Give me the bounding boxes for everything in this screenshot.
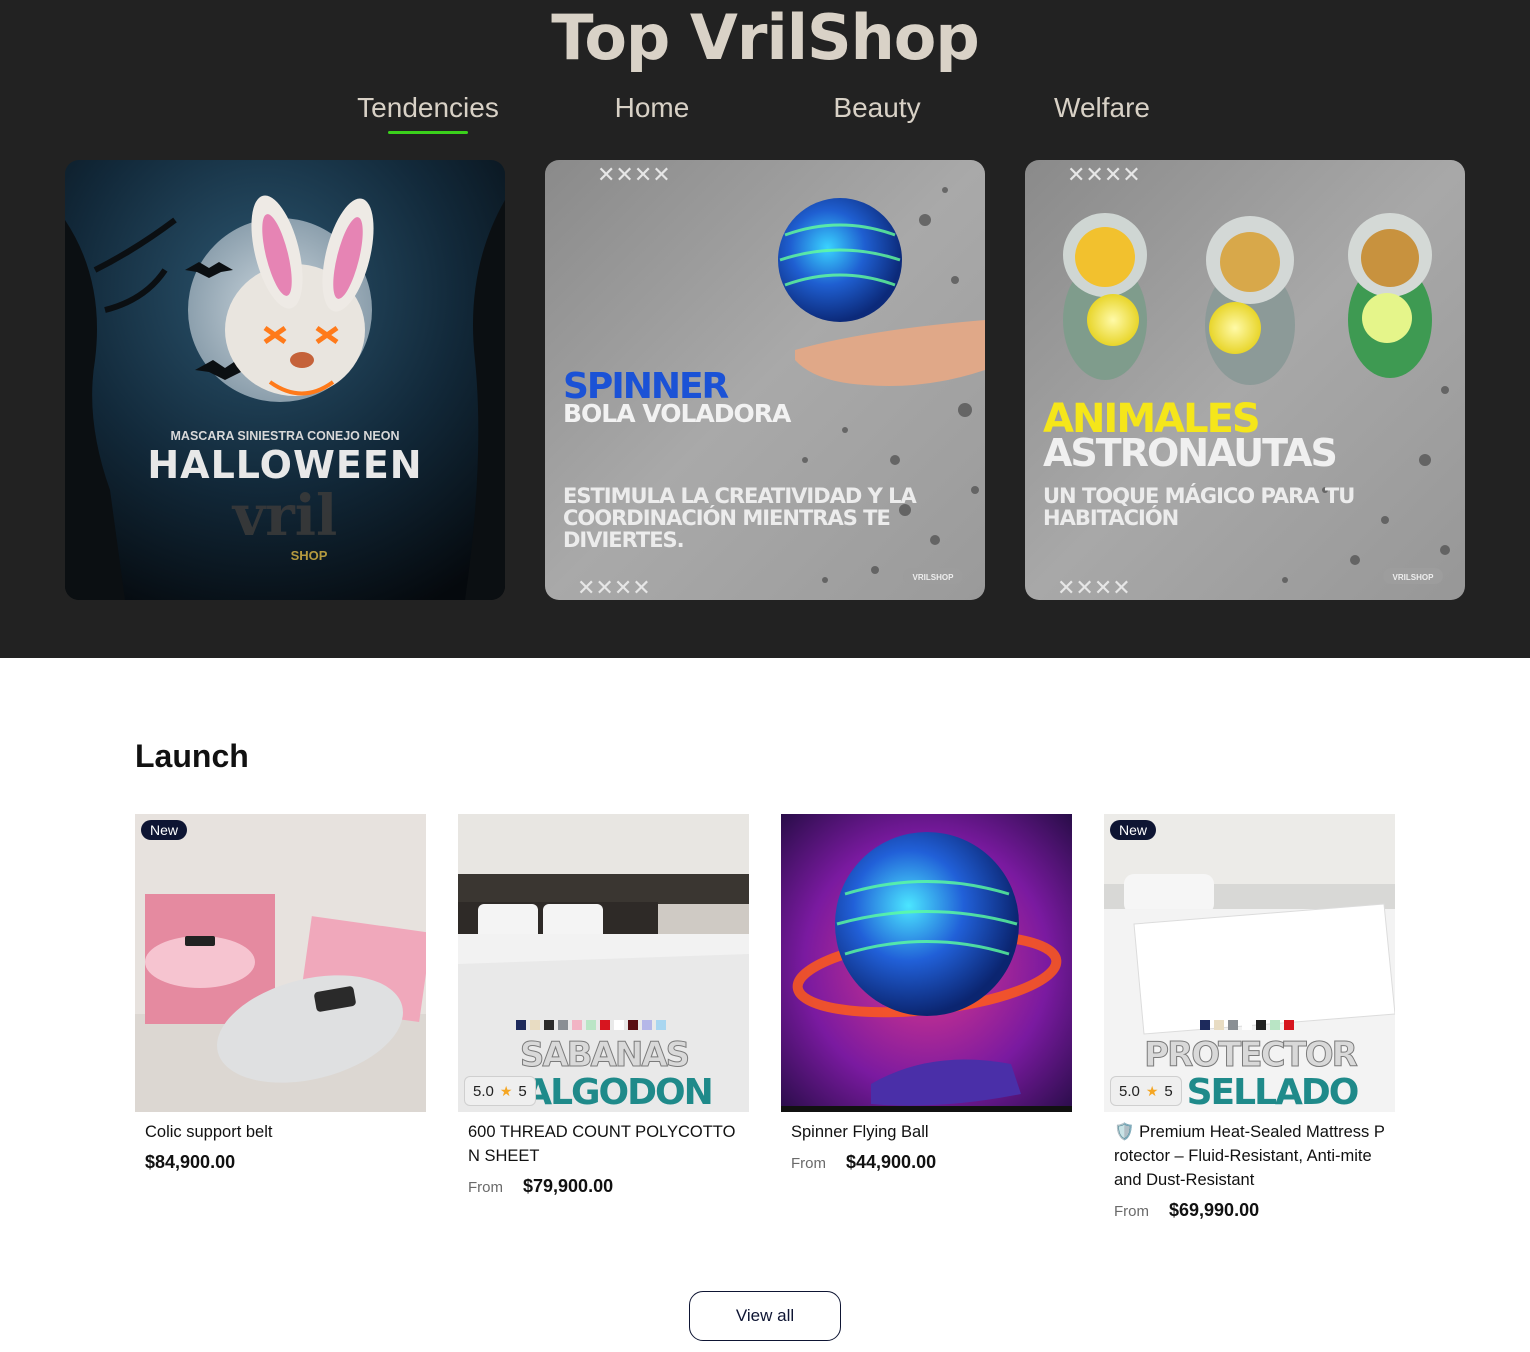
product-image[interactable]: SABANAS ALGODON 5.0 ★ 5 (458, 814, 749, 1112)
category-tabs: Tendencies Home Beauty Welfare (0, 88, 1530, 138)
product-card-polycotton-sheet[interactable]: SABANAS ALGODON 5.0 ★ 5 600 THREAD COUNT… (458, 814, 749, 1197)
svg-text:MASCARA SINIESTRA CONEJO NEON: MASCARA SINIESTRA CONEJO NEON (171, 429, 400, 443)
rating-count: 5 (518, 1082, 527, 1100)
price-from-label: From (468, 1179, 503, 1196)
rating-score: 5.0 (473, 1082, 494, 1100)
spinner-ball-image (781, 814, 1072, 1112)
price-row: $84,900.00 (135, 1152, 426, 1173)
launch-section-title: Launch (135, 738, 249, 774)
price-from-label: From (791, 1155, 826, 1172)
svg-text:SABANAS: SABANAS (520, 1035, 688, 1075)
svg-text:HALLOWEEN: HALLOWEEN (147, 443, 422, 487)
product-title[interactable]: 🛡️ Premium Heat-Sealed Mattress Protecto… (1104, 1120, 1395, 1192)
svg-text:COORDINACIÓN MIENTRAS TE: COORDINACIÓN MIENTRAS TE (563, 505, 890, 530)
price-from-label: From (1114, 1203, 1149, 1220)
product-card-colic-belt[interactable]: New Colic support belt $84,900.00 (135, 814, 426, 1173)
product-image[interactable]: New (135, 814, 426, 1112)
svg-text:✕✕✕✕: ✕✕✕✕ (1067, 163, 1141, 188)
svg-text:VRILSHOP: VRILSHOP (913, 573, 955, 582)
product-price: $69,990.00 (1169, 1200, 1260, 1220)
star-icon: ★ (1145, 1082, 1159, 1099)
rating-score: 5.0 (1119, 1082, 1140, 1100)
product-card-spinner-ball[interactable]: Spinner Flying Ball From $44,900.00 (781, 814, 1072, 1173)
product-price: $44,900.00 (846, 1152, 937, 1172)
svg-text:VRILSHOP: VRILSHOP (1393, 573, 1435, 582)
banner-halloween-image: MASCARA SINIESTRA CONEJO NEON HALLOWEEN … (65, 160, 505, 600)
svg-text:✕✕✕✕: ✕✕✕✕ (577, 576, 651, 600)
price-row: From $79,900.00 (458, 1176, 749, 1197)
product-price: $79,900.00 (523, 1176, 614, 1196)
tab-tendencies[interactable]: Tendencies (318, 88, 538, 128)
product-title[interactable]: Spinner Flying Ball (781, 1120, 1072, 1144)
product-price: $84,900.00 (145, 1152, 236, 1172)
view-all-button[interactable]: View all (689, 1291, 841, 1341)
banner-spinner-image: ✕✕✕✕ SPINNER BOLA VOLADORA ESTIMULA LA C… (545, 160, 985, 600)
sheet-image: SABANAS ALGODON (458, 814, 749, 1112)
svg-text:✕✕✕✕: ✕✕✕✕ (597, 163, 671, 188)
tab-beauty[interactable]: Beauty (767, 88, 987, 128)
tab-home[interactable]: Home (542, 88, 762, 128)
rating-badge: 5.0 ★ 5 (464, 1076, 536, 1106)
svg-text:BOLA VOLADORA: BOLA VOLADORA (563, 399, 792, 428)
banner-astronaut-image: ✕✕✕✕ ANIMALES ASTRONAUTAS UN TOQUE MÁGIC… (1025, 160, 1465, 600)
svg-text:ESTIMULA LA CREATIVIDAD Y LA: ESTIMULA LA CREATIVIDAD Y LA (563, 484, 918, 508)
price-row: From $69,990.00 (1104, 1200, 1395, 1221)
svg-text:HABITACIÓN: HABITACIÓN (1043, 505, 1178, 530)
star-icon: ★ (499, 1082, 513, 1099)
svg-text:ASTRONAUTAS: ASTRONAUTAS (1043, 431, 1336, 475)
rating-count: 5 (1164, 1082, 1173, 1100)
svg-text:UN TOQUE MÁGICO PARA TU: UN TOQUE MÁGICO PARA TU (1043, 483, 1354, 508)
product-title[interactable]: Colic support belt (135, 1120, 426, 1144)
active-tab-indicator (388, 131, 468, 134)
tab-welfare[interactable]: Welfare (992, 88, 1212, 128)
mattress-protector-image: PROTECTOR SELLADO (1104, 814, 1395, 1112)
banner-halloween-mask[interactable]: MASCARA SINIESTRA CONEJO NEON HALLOWEEN … (65, 160, 505, 600)
svg-text:vril: vril (231, 483, 338, 549)
svg-text:SELLADO: SELLADO (1187, 1072, 1358, 1112)
new-badge: New (141, 820, 188, 840)
product-image[interactable] (781, 814, 1072, 1112)
product-image[interactable]: PROTECTOR SELLADO New 5.0 ★ 5 (1104, 814, 1395, 1112)
colic-belt-image (135, 814, 426, 1112)
banner-astronaut-animals[interactable]: ✕✕✕✕ ANIMALES ASTRONAUTAS UN TOQUE MÁGIC… (1025, 160, 1465, 600)
svg-text:SHOP: SHOP (291, 548, 328, 563)
price-row: From $44,900.00 (781, 1152, 1072, 1173)
product-card-mattress-protector[interactable]: PROTECTOR SELLADO New 5.0 ★ 5 🛡️ Premium… (1104, 814, 1395, 1221)
svg-text:✕✕✕✕: ✕✕✕✕ (1057, 576, 1131, 600)
rating-badge: 5.0 ★ 5 (1110, 1076, 1182, 1106)
banner-spinner-ball[interactable]: ✕✕✕✕ SPINNER BOLA VOLADORA ESTIMULA LA C… (545, 160, 985, 600)
hero-section: Top VrilShop Tendencies Home Beauty Welf… (0, 0, 1530, 658)
site-title: Top VrilShop (551, 1, 979, 74)
svg-text:DIVIERTES.: DIVIERTES. (563, 528, 684, 552)
svg-text:PROTECTOR: PROTECTOR (1144, 1035, 1357, 1075)
new-badge: New (1110, 820, 1157, 840)
product-title[interactable]: 600 THREAD COUNT POLYCOTTON SHEET (458, 1120, 749, 1168)
svg-text:ALGODON: ALGODON (524, 1072, 712, 1112)
